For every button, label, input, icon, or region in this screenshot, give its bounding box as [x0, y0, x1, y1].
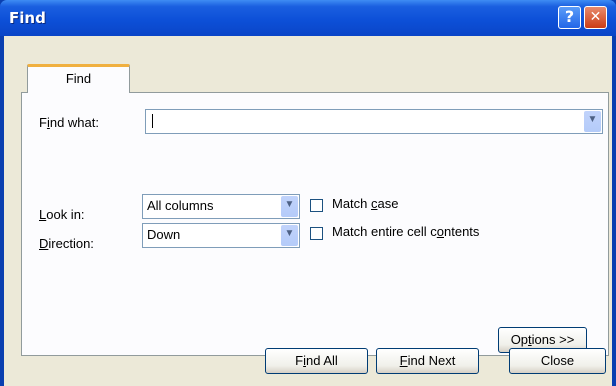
title-bar[interactable]: Find ? ✕ — [0, 0, 616, 36]
direction-label: Direction: — [39, 236, 94, 251]
look-in-select[interactable]: All columns ▼ — [142, 194, 300, 219]
match-case-checkbox[interactable] — [310, 199, 323, 212]
find-what-label: Find what: — [39, 115, 99, 130]
match-entire-cell-label[interactable]: Match entire cell contents — [332, 224, 479, 239]
find-dialog: Find ? ✕ Find Find what: ▼ Look in: All … — [0, 0, 616, 386]
close-button[interactable]: Close — [509, 348, 606, 374]
close-window-button[interactable]: ✕ — [584, 6, 607, 29]
close-icon: ✕ — [589, 9, 602, 25]
tab-panel: Find what: ▼ Look in: All columns ▼ Dire… — [21, 92, 609, 356]
find-all-button[interactable]: Find All — [265, 348, 368, 374]
find-next-button[interactable]: Find Next — [376, 348, 479, 374]
tab-label: Find — [65, 71, 92, 86]
tab-find[interactable]: Find — [27, 64, 130, 93]
dialog-body: Find Find what: ▼ Look in: All columns ▼ — [4, 36, 612, 386]
direction-select[interactable]: Down ▼ — [142, 223, 300, 248]
text-caret — [152, 114, 153, 128]
window-title: Find — [9, 9, 46, 27]
chevron-down-icon[interactable]: ▼ — [584, 111, 601, 132]
question-mark-icon: ? — [564, 7, 575, 26]
match-entire-cell-checkbox[interactable] — [310, 227, 323, 240]
find-what-combo[interactable]: ▼ — [145, 109, 603, 134]
chevron-down-icon[interactable]: ▼ — [281, 196, 298, 217]
match-case-label[interactable]: Match case — [332, 196, 398, 211]
direction-value: Down — [147, 227, 181, 242]
chevron-down-icon[interactable]: ▼ — [281, 225, 298, 246]
look-in-label: Look in: — [39, 207, 85, 222]
help-button[interactable]: ? — [558, 6, 581, 29]
look-in-value: All columns — [147, 198, 214, 213]
